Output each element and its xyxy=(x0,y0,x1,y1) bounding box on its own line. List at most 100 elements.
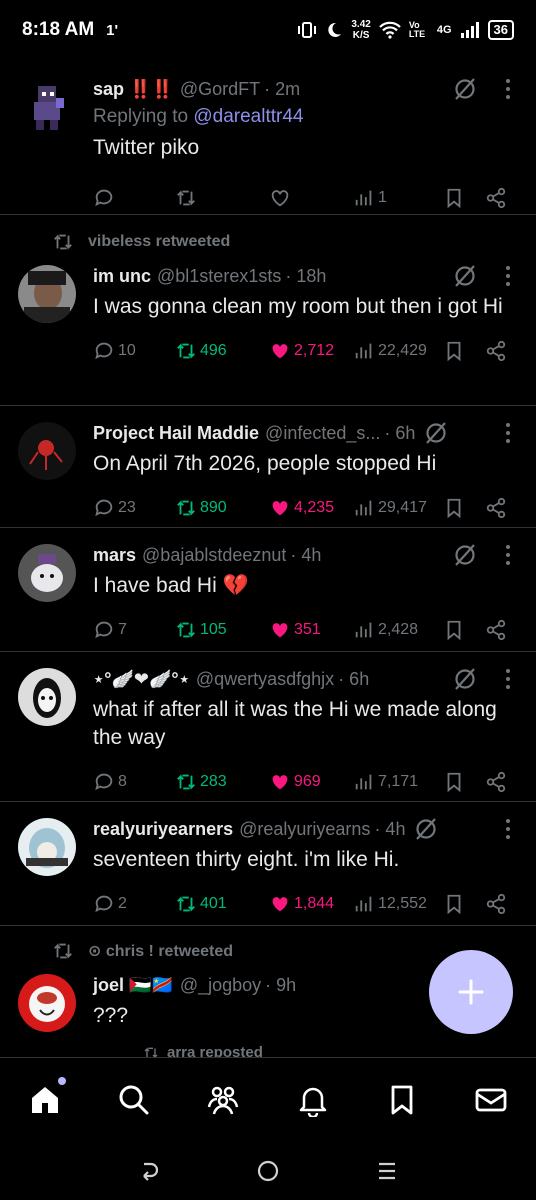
reply-button[interactable] xyxy=(93,187,175,209)
avatar[interactable] xyxy=(18,78,76,136)
recents-icon[interactable] xyxy=(374,1158,400,1184)
display-name[interactable]: mars xyxy=(93,545,136,566)
back-icon[interactable] xyxy=(136,1158,162,1184)
share-button[interactable] xyxy=(485,187,515,209)
user-handle[interactable]: @bajablstdeeznut xyxy=(142,545,286,566)
nav-home[interactable] xyxy=(28,1076,66,1117)
more-options-icon[interactable] xyxy=(506,266,510,286)
avatar[interactable] xyxy=(18,265,76,323)
like-button[interactable]: 1,844 xyxy=(269,893,353,915)
retweet-button[interactable] xyxy=(175,187,269,209)
share-button[interactable] xyxy=(485,340,515,362)
user-handle[interactable]: @_jogboy xyxy=(180,975,261,996)
tweet-text[interactable]: On April 7th 2026, people stopped Hi xyxy=(93,450,518,478)
tweet-text[interactable]: I was gonna clean my room but then i got… xyxy=(93,293,518,321)
avatar[interactable] xyxy=(18,668,76,726)
tweet-item[interactable]: sap ‼️‼️ @GordFT · 2m Replying to @darea… xyxy=(0,60,536,215)
heart-filled-icon xyxy=(272,623,288,638)
nav-notifications[interactable] xyxy=(296,1083,330,1118)
reply-button[interactable]: 8 xyxy=(93,771,175,793)
bookmark-button[interactable] xyxy=(443,619,485,641)
views-button[interactable]: 12,552 xyxy=(353,893,443,915)
reply-button[interactable]: 10 xyxy=(93,340,175,362)
display-name[interactable]: joel 🇵🇸🇨🇩 xyxy=(93,975,174,996)
tweet-text[interactable]: what if after all it was the Hi we made … xyxy=(93,696,518,752)
display-name[interactable]: sap ‼️‼️ xyxy=(93,79,174,100)
share-button[interactable] xyxy=(485,619,515,641)
share-button[interactable] xyxy=(485,893,515,915)
retweet-button[interactable]: 496 xyxy=(175,340,269,362)
avatar[interactable] xyxy=(18,974,76,1032)
user-handle[interactable]: @qwertyasdfghjx xyxy=(196,669,334,690)
bookmark-button[interactable] xyxy=(443,893,485,915)
retweet-button[interactable]: 283 xyxy=(175,771,269,793)
user-handle[interactable]: @GordFT xyxy=(180,79,260,100)
grok-icon[interactable] xyxy=(452,76,478,102)
display-name[interactable]: im unc xyxy=(93,266,151,287)
mention-link[interactable]: @darealttr44 xyxy=(193,106,303,127)
grok-icon[interactable] xyxy=(452,542,478,568)
grok-icon[interactable] xyxy=(452,263,478,289)
grok-icon[interactable] xyxy=(413,816,439,842)
tweet-item[interactable]: mars @bajablstdeeznut · 4h I have bad Hi… xyxy=(0,528,536,652)
like-button[interactable]: 4,235 xyxy=(269,497,353,519)
more-options-icon[interactable] xyxy=(506,79,510,99)
tweet-time: · 9h xyxy=(265,974,297,995)
nav-search[interactable] xyxy=(117,1083,151,1117)
grok-icon[interactable] xyxy=(423,420,449,446)
compose-button[interactable] xyxy=(429,950,513,1034)
bookmark-button[interactable] xyxy=(443,187,485,209)
tweet-text[interactable]: I have bad Hi 💔 xyxy=(93,572,518,600)
reply-button[interactable]: 7 xyxy=(93,619,175,641)
nav-messages[interactable] xyxy=(474,1083,508,1117)
views-button[interactable]: 29,417 xyxy=(353,497,443,519)
grok-icon[interactable] xyxy=(452,666,478,692)
avatar[interactable] xyxy=(18,422,76,480)
like-button[interactable]: 969 xyxy=(269,771,353,793)
retweet-button[interactable]: 401 xyxy=(175,893,269,915)
nav-communities[interactable] xyxy=(206,1083,240,1117)
reply-button[interactable]: 2 xyxy=(93,893,175,915)
reply-button[interactable]: 23 xyxy=(93,497,175,519)
tweet-item[interactable]: realyuriyearners @realyuriyearns · 4h se… xyxy=(0,802,536,926)
tweet-item[interactable]: ⋆°🪽❤︎🪽°⋆ @qwertyasdfghjx · 6h what if af… xyxy=(0,652,536,802)
avatar[interactable] xyxy=(18,818,76,876)
bookmark-button[interactable] xyxy=(443,771,485,793)
views-button[interactable]: 22,429 xyxy=(353,340,443,362)
nav-bookmarks[interactable] xyxy=(385,1083,419,1117)
bookmark-button[interactable] xyxy=(443,340,485,362)
more-options-icon[interactable] xyxy=(506,545,510,565)
tweet-item[interactable]: vibeless retweeted im unc @bl1sterex1sts… xyxy=(0,215,536,406)
retweet-button[interactable]: 105 xyxy=(175,619,269,641)
timeline-feed[interactable]: sap ‼️‼️ @GordFT · 2m Replying to @darea… xyxy=(0,60,536,1057)
more-options-icon[interactable] xyxy=(506,819,510,839)
unread-dot xyxy=(58,1076,66,1085)
like-button[interactable] xyxy=(269,187,353,209)
views-button[interactable]: 7,171 xyxy=(353,771,443,793)
repost-indicator[interactable]: vibeless retweeted xyxy=(0,223,536,261)
more-options-icon[interactable] xyxy=(506,669,510,689)
bookmark-button[interactable] xyxy=(443,497,485,519)
like-button[interactable]: 351 xyxy=(269,619,353,641)
avatar[interactable] xyxy=(18,544,76,602)
more-options-icon[interactable] xyxy=(506,423,510,443)
share-button[interactable] xyxy=(485,771,515,793)
tweet-time: · 6h xyxy=(384,422,416,443)
retweet-button[interactable]: 890 xyxy=(175,497,269,519)
views-button[interactable]: 1 xyxy=(353,187,443,209)
display-name[interactable]: ⋆°🪽❤︎🪽°⋆ xyxy=(93,669,190,690)
display-name[interactable]: Project Hail Maddie xyxy=(93,423,259,444)
like-button[interactable]: 2,712 xyxy=(269,340,353,362)
views-button[interactable]: 2,428 xyxy=(353,619,443,641)
display-name[interactable]: realyuriyearners xyxy=(93,819,233,840)
tweet-item[interactable]: Project Hail Maddie @infected_s... · 6h … xyxy=(0,406,536,528)
home-circle-icon[interactable] xyxy=(255,1158,281,1184)
wifi-icon xyxy=(379,21,401,39)
user-handle[interactable]: @realyuriyearns xyxy=(239,819,370,840)
user-handle[interactable]: @infected_s... xyxy=(265,423,380,444)
tweet-text[interactable]: Twitter piko xyxy=(93,134,518,162)
tweet-text[interactable]: seventeen thirty eight. i'm like Hi. xyxy=(93,846,518,874)
user-handle[interactable]: @bl1sterex1sts xyxy=(157,266,281,287)
share-button[interactable] xyxy=(485,497,515,519)
views-icon xyxy=(355,190,372,206)
